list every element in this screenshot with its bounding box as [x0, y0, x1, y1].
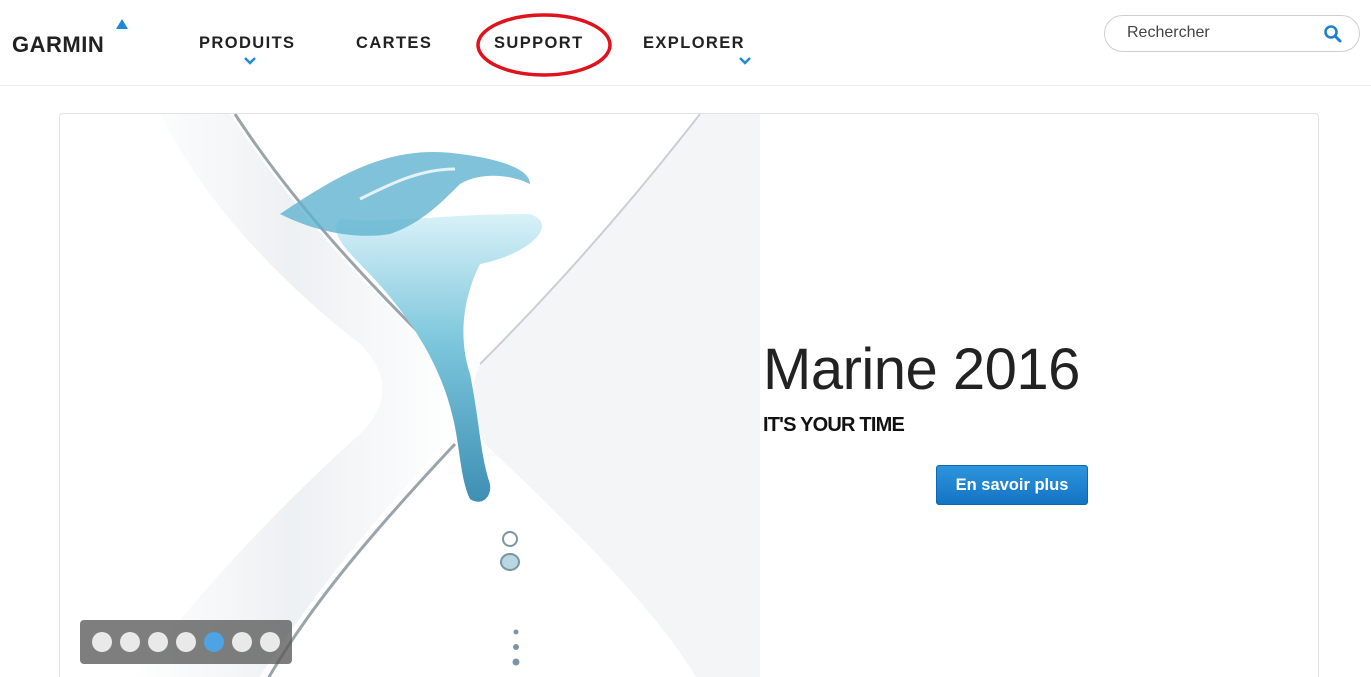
carousel-dot[interactable] [260, 632, 280, 652]
carousel-dot[interactable] [232, 632, 252, 652]
hero-title: Marine 2016 [763, 337, 1080, 402]
nav-item-label: EXPLORER [643, 34, 745, 52]
hero-subtitle: IT'S YOUR TIME [763, 414, 905, 436]
nav-item-label: CARTES [356, 34, 433, 52]
carousel-dot[interactable] [148, 632, 168, 652]
carousel-dot[interactable] [120, 632, 140, 652]
logo-triangle-icon [116, 19, 128, 29]
garmin-logo[interactable]: GARMIN [12, 16, 142, 57]
hero-carousel: Marine 2016 IT'S YOUR TIME En savoir plu… [59, 113, 1319, 677]
learn-more-button[interactable]: En savoir plus [936, 465, 1088, 505]
nav-item-produits[interactable]: PRODUITS [199, 34, 296, 65]
carousel-dot[interactable] [176, 632, 196, 652]
hourglass-water-image [60, 114, 760, 677]
chevron-down-icon [738, 56, 752, 66]
search-input[interactable] [1127, 21, 1317, 45]
carousel-indicators [80, 620, 292, 664]
nav-item-label: PRODUITS [199, 34, 296, 52]
nav-item-explorer[interactable]: EXPLORER [643, 34, 751, 65]
site-header: GARMIN PRODUITS CARTES SUPPORT EXPLORER [0, 0, 1371, 86]
nav-item-support[interactable]: SUPPORT [494, 34, 584, 53]
search-box [1104, 15, 1360, 52]
logo-text: GARMIN [12, 32, 105, 57]
search-icon[interactable] [1323, 24, 1343, 44]
chevron-down-icon [243, 56, 257, 66]
carousel-dot-active[interactable] [204, 632, 224, 652]
nav-item-label: SUPPORT [494, 34, 584, 52]
nav-item-cartes[interactable]: CARTES [356, 34, 432, 53]
carousel-dot[interactable] [92, 632, 112, 652]
